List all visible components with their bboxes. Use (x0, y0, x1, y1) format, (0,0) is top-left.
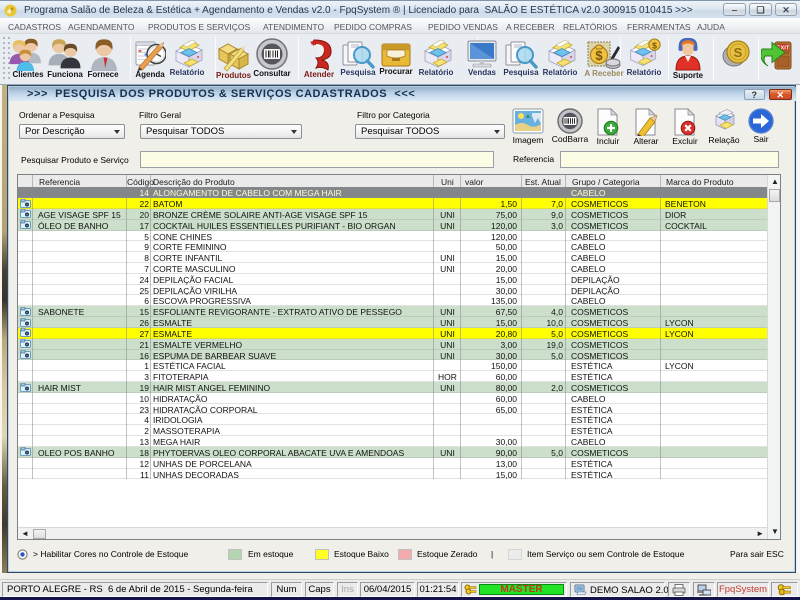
svg-text:$: $ (595, 48, 603, 63)
svg-text:S: S (734, 45, 743, 60)
svg-text:$: $ (652, 40, 657, 50)
